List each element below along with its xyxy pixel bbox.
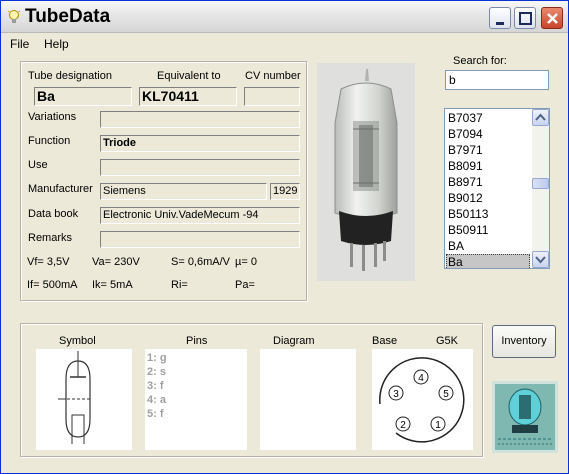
base-pin-4: 4 xyxy=(418,373,424,384)
diagram-panel xyxy=(260,349,356,450)
base-pin-5: 5 xyxy=(443,389,449,400)
list-item[interactable]: Ba xyxy=(446,254,530,268)
chevron-up-icon xyxy=(535,113,546,121)
scroll-up-button[interactable] xyxy=(532,109,549,126)
list-item[interactable]: B9012 xyxy=(446,190,530,206)
triode-symbol-icon xyxy=(58,351,91,444)
scroll-thumb[interactable] xyxy=(532,178,549,189)
inventory-button[interactable]: Inventory xyxy=(492,325,556,358)
tube-photo xyxy=(317,63,415,281)
base-type-label: G5K xyxy=(436,335,459,347)
list-scrollbar[interactable] xyxy=(532,109,549,268)
window-title: TubeData xyxy=(25,6,111,27)
remarks-field[interactable] xyxy=(100,231,300,248)
cv-field[interactable] xyxy=(244,87,300,106)
designation-field[interactable]: Ba xyxy=(34,87,132,106)
lightbulb-icon xyxy=(7,10,21,23)
param-ik: Ik= 5mA xyxy=(92,279,133,291)
param-va: Va= 230V xyxy=(92,256,140,268)
pin-entry-2: 2: s xyxy=(147,366,166,378)
minimize-icon xyxy=(496,22,504,25)
param-pa: Pa= xyxy=(235,279,255,291)
function-field[interactable]: Triode xyxy=(100,135,300,152)
base-panel: 1 2 3 4 5 xyxy=(372,349,473,450)
pin-entry-3: 3: f xyxy=(147,380,164,392)
base-pin-2: 2 xyxy=(400,420,406,431)
symbol-label: Symbol xyxy=(59,335,96,347)
use-label: Use xyxy=(28,159,48,171)
tube-listbox[interactable]: B7037 B7094 B7971 B8091 B8971 B9012 B50113 B509… xyxy=(444,108,550,269)
close-icon xyxy=(547,13,558,24)
base-pinout: 1 2 3 4 5 xyxy=(379,357,465,443)
pin-entry-5: 5: f xyxy=(147,408,164,420)
cv-header: CV number xyxy=(245,70,301,82)
use-field[interactable] xyxy=(100,159,300,176)
year-field[interactable]: 1929 xyxy=(270,183,300,200)
search-input[interactable] xyxy=(445,70,549,90)
maximize-icon xyxy=(519,12,532,25)
param-vf: Vf= 3,5V xyxy=(27,256,70,268)
param-s: S= 0,6mA/V xyxy=(171,256,231,268)
maximize-button[interactable] xyxy=(514,7,536,29)
list-item[interactable]: B7037 xyxy=(446,110,530,126)
list-item[interactable]: B50113 xyxy=(446,206,530,222)
menu-bar: File Help xyxy=(1,34,568,53)
minimize-button[interactable] xyxy=(489,7,511,29)
base-pin-1: 1 xyxy=(435,420,441,431)
tube-image xyxy=(334,69,398,271)
pin-entry-1: 1: g xyxy=(147,352,167,364)
title-bar[interactable]: TubeData xyxy=(1,1,568,33)
list-item[interactable]: B7094 xyxy=(446,126,530,142)
remarks-label: Remarks xyxy=(28,232,73,244)
param-mu: µ= 0 xyxy=(235,256,257,268)
function-label: Function xyxy=(28,135,71,147)
variations-label: Variations xyxy=(28,111,77,123)
designation-header: Tube designation xyxy=(28,70,112,82)
chevron-down-icon xyxy=(535,256,546,264)
menu-help[interactable]: Help xyxy=(44,37,69,51)
param-if: If= 500mA xyxy=(27,279,78,291)
databook-label: Data book xyxy=(28,208,79,220)
pin-entry-4: 4: a xyxy=(147,394,166,406)
tube-logo-icon xyxy=(492,381,558,453)
symbol-panel xyxy=(36,349,132,450)
equivalent-field[interactable]: KL70411 xyxy=(139,87,237,106)
variations-field[interactable] xyxy=(100,111,300,128)
databook-field[interactable]: Electronic Univ.VadeMecum -94 xyxy=(100,207,300,224)
list-item[interactable]: B8091 xyxy=(446,158,530,174)
scroll-down-button[interactable] xyxy=(532,251,549,268)
app-logo xyxy=(492,381,558,453)
list-item[interactable]: B7971 xyxy=(446,142,530,158)
base-label: Base xyxy=(372,335,398,347)
diagram-label: Diagram xyxy=(273,335,315,347)
app-window: TubeData File Help Tube designation Equi… xyxy=(0,0,569,474)
manufacturer-label: Manufacturer xyxy=(28,183,93,195)
list-item[interactable]: B8971 xyxy=(446,174,530,190)
list-item[interactable]: B50911 xyxy=(446,222,530,238)
equivalent-header: Equivalent to xyxy=(157,70,221,82)
close-button[interactable] xyxy=(541,7,563,29)
pins-label: Pins xyxy=(186,335,208,347)
menu-file[interactable]: File xyxy=(10,37,29,51)
param-ri: Ri= xyxy=(171,279,188,291)
list-item[interactable]: BA xyxy=(446,238,530,254)
base-pin-3: 3 xyxy=(393,389,399,400)
manufacturer-field[interactable]: Siemens xyxy=(100,183,267,200)
search-label: Search for: xyxy=(453,55,507,67)
